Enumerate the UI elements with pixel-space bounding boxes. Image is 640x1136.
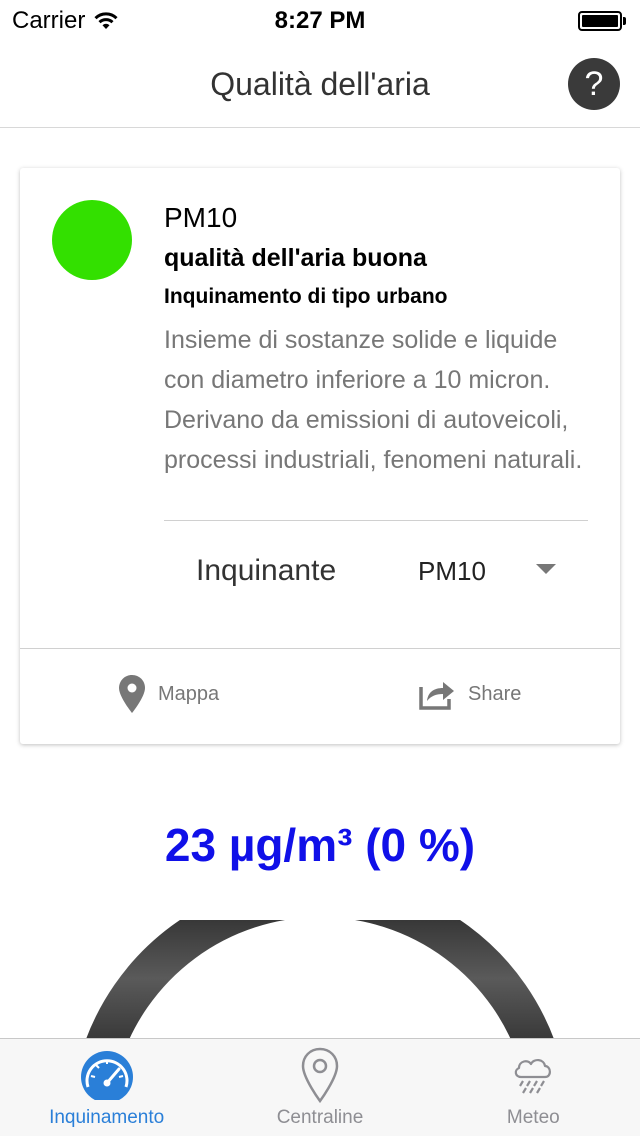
- rain-cloud-icon: [515, 1059, 552, 1094]
- page-title: Qualità dell'aria: [210, 66, 430, 102]
- tab-label: Centraline: [276, 1107, 364, 1128]
- help-button[interactable]: ?: [568, 58, 620, 110]
- pollutant-select-value[interactable]: PM10: [418, 556, 486, 587]
- question-mark-icon: ?: [584, 64, 604, 103]
- pollutant-description: Insieme di sostanze solide e liquide con…: [164, 326, 583, 474]
- pollution-gauge: [0, 920, 640, 1040]
- pollutant-reading: 23 µg/m³ (0 %): [164, 819, 476, 871]
- pollutant-card: PM10 qualità dell'aria buona Inquinament…: [20, 168, 620, 744]
- map-button-label: Mappa: [158, 682, 220, 705]
- gauge-arc: [85, 920, 555, 1040]
- pollution-type-label: Inquinamento di tipo urbano: [164, 285, 448, 308]
- tab-label: Meteo: [506, 1107, 560, 1128]
- dropdown-caret-icon[interactable]: [536, 564, 556, 574]
- tab-bar: Inquinamento Centraline Meteo: [0, 1038, 640, 1136]
- navigation-bar: Qualità dell'aria ?: [0, 40, 640, 128]
- air-quality-label: qualità dell'aria buona: [164, 244, 427, 272]
- map-pin-icon: [119, 675, 145, 713]
- air-quality-status-indicator: [52, 200, 132, 280]
- status-time: 8:27 PM: [274, 7, 366, 34]
- battery-icon: [578, 11, 626, 31]
- share-button-label: Share: [468, 682, 522, 705]
- tab-label: Inquinamento: [49, 1107, 165, 1128]
- speedometer-icon: [80, 1051, 133, 1100]
- map-button[interactable]: Mappa: [118, 672, 219, 716]
- tab-meteo[interactable]: Meteo: [427, 1039, 640, 1136]
- status-bar: Carrier 8:27 PM: [0, 0, 640, 40]
- tab-centraline[interactable]: Centraline: [213, 1039, 426, 1136]
- pollutant-select-label: Inquinante: [196, 554, 337, 587]
- divider: [164, 520, 588, 521]
- pollutant-title: PM10: [164, 202, 238, 233]
- share-button[interactable]: Share: [418, 672, 521, 716]
- divider: [20, 648, 620, 649]
- tab-inquinamento[interactable]: Inquinamento: [0, 1039, 213, 1136]
- share-icon: [419, 682, 454, 710]
- map-pin-icon: [301, 1047, 339, 1103]
